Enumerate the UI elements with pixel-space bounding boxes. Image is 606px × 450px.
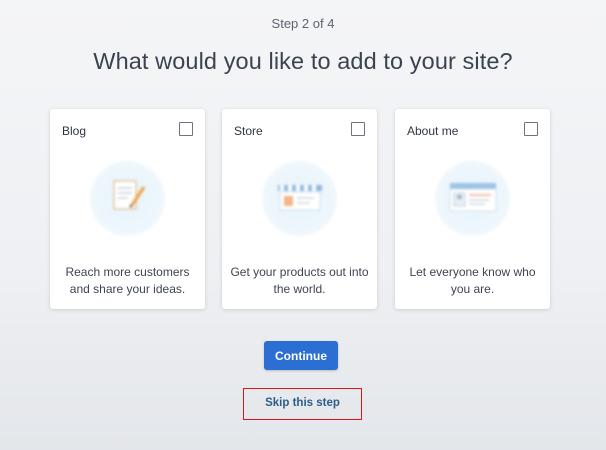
- blog-notepad-icon: [90, 161, 165, 236]
- step-indicator: Step 2 of 4: [271, 16, 335, 31]
- card-label: About me: [407, 124, 459, 138]
- page-title: What would you like to add to your site?: [93, 48, 513, 74]
- continue-button[interactable]: Continue: [264, 341, 338, 370]
- card-blog[interactable]: Blog Reach more customers and share your…: [50, 109, 205, 309]
- checkbox[interactable]: [351, 122, 365, 136]
- card-about-me[interactable]: About me Let everyone know who you are.: [395, 109, 550, 309]
- card-label: Blog: [62, 124, 87, 138]
- card-description: Get your products out into the world.: [230, 265, 369, 296]
- card-description: Reach more customers and share your idea…: [65, 265, 190, 296]
- card-label: Store: [234, 124, 263, 138]
- checkbox[interactable]: [524, 122, 538, 136]
- checkbox[interactable]: [179, 122, 193, 136]
- skip-step-link[interactable]: Skip this step: [244, 397, 361, 409]
- card-store[interactable]: Store Get your products out into the wor…: [222, 109, 377, 309]
- skip-highlight-box: Skip this step: [243, 388, 362, 420]
- card-description: Let everyone know who you are.: [409, 265, 536, 296]
- profile-card-icon: [435, 161, 510, 236]
- store-icon: [262, 161, 337, 236]
- option-cards: Blog Reach more customers and share your…: [50, 109, 550, 309]
